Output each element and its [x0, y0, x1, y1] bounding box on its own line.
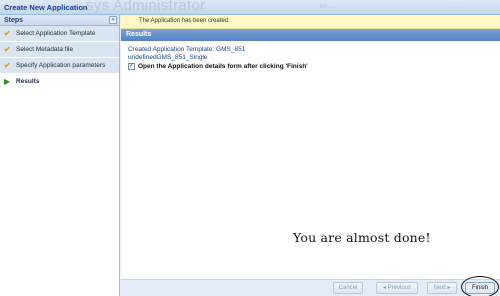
step-label: Results — [16, 78, 40, 85]
cancel-button[interactable]: Cancel — [333, 282, 363, 294]
step-results[interactable]: ▶ Results — [0, 74, 119, 90]
steps-panel: Steps « ✔ Select Application Template ✔ … — [0, 15, 120, 296]
highlight-circle — [461, 276, 499, 296]
collapse-panel-icon[interactable]: « — [109, 16, 117, 24]
results-panel: Results Created Application Template: GM… — [121, 29, 500, 279]
step-label: Specify Application parameters — [16, 62, 106, 69]
step-label: Select Application Template — [16, 30, 96, 37]
step-select-metadata[interactable]: ✔ Select Metadata file — [0, 42, 119, 58]
steps-title: Steps — [4, 17, 24, 24]
open-details-label: Open the Application details form after … — [138, 63, 308, 70]
previous-button[interactable]: ◂ Previous — [376, 282, 418, 294]
background-link: Rn... ... — [320, 4, 337, 10]
created-template-line: Created Application Template: GMS_851 — [128, 46, 246, 53]
created-template-name: undefinedGMS_851_Single — [128, 54, 208, 61]
step-label: Select Metadata file — [16, 46, 74, 53]
steps-header: Steps « — [0, 15, 119, 26]
checkmark-icon: ✔ — [4, 61, 11, 70]
window-titlebar: sys Administrator Create New Application… — [0, 0, 500, 15]
background-app-title: sys Administrator — [86, 0, 206, 14]
step-specify-parameters[interactable]: ✔ Specify Application parameters — [0, 58, 119, 74]
background-link: ... — [390, 4, 395, 10]
open-details-checkbox[interactable]: ✓ — [128, 63, 135, 70]
results-header: Results — [121, 29, 500, 41]
results-title: Results — [126, 31, 152, 38]
play-arrow-icon: ▶ — [4, 77, 11, 86]
handwritten-annotation: You are almost done! — [293, 230, 431, 245]
wizard-footer: Cancel ◂ Previous Next ▸ Finish — [121, 276, 500, 296]
notice-text: The Application has been created. — [139, 18, 230, 24]
step-select-template[interactable]: ✔ Select Application Template — [0, 26, 119, 42]
success-notice: The Application has been created. — [121, 15, 500, 29]
next-button[interactable]: Next ▸ — [427, 282, 457, 294]
checkmark-icon: ✔ — [4, 29, 11, 38]
background-link: ... ... — [452, 4, 462, 10]
dialog-title: Create New Application — [4, 3, 88, 12]
checkmark-icon: ✔ — [4, 45, 11, 54]
